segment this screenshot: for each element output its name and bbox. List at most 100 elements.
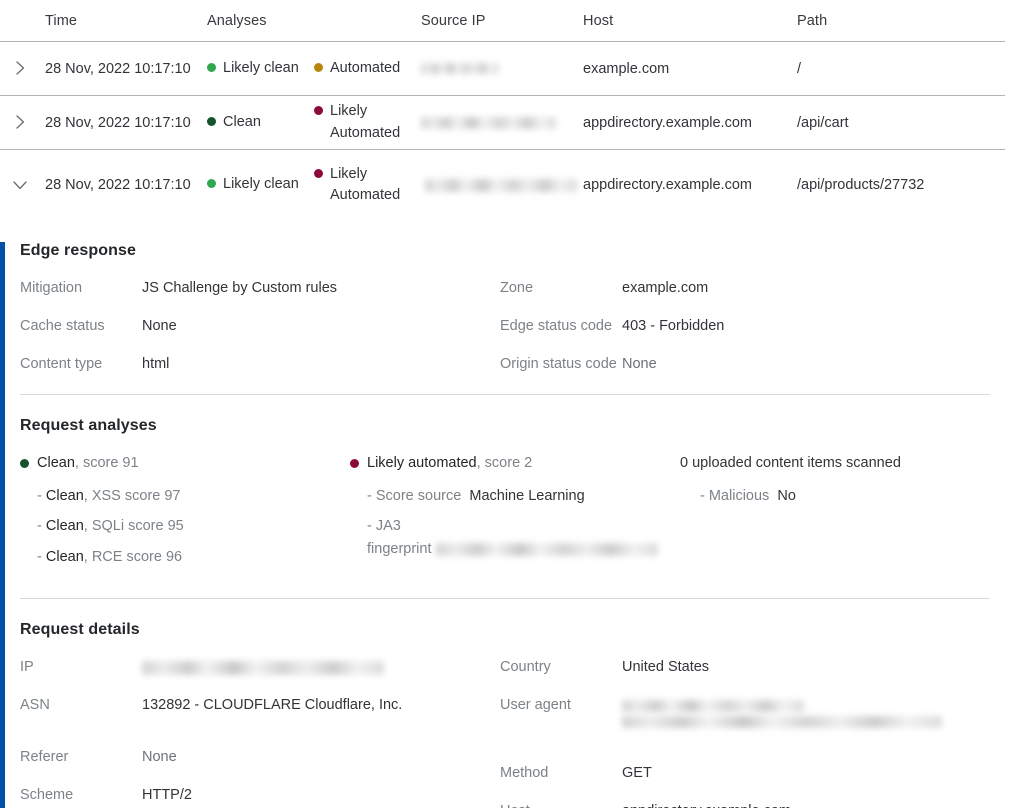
field-value: None: [142, 318, 177, 334]
field-value: [622, 697, 942, 729]
field-user-agent: User agent: [500, 697, 980, 729]
waf-xss-score: , XSS score 97: [83, 488, 181, 504]
waf-verdict: Clean, score 91: [20, 455, 350, 471]
request-analyses-waf-column: Clean, score 91 - Clean, XSS score 97 - …: [20, 455, 350, 576]
field-content-type: Content type html: [20, 356, 500, 372]
field-cache-status: Cache status None: [20, 318, 500, 334]
cell-time: 28 Nov, 2022 10:17:10: [45, 60, 191, 77]
section-divider: [20, 394, 990, 395]
field-ip: IP: [20, 659, 500, 675]
column-header-analyses[interactable]: Analyses: [207, 13, 421, 29]
table-row[interactable]: 28 Nov, 2022 10:17:10 Clean Likely Autom…: [0, 96, 1005, 150]
column-header-path[interactable]: Path: [797, 13, 1007, 29]
field-value: 132892 - CLOUDFLARE Cloudflare, Inc.: [142, 697, 403, 714]
ja3-label-line2: fingerprint: [367, 540, 432, 557]
cell-time: 28 Nov, 2022 10:17:10: [45, 114, 191, 131]
field-label: Origin status code: [500, 356, 617, 372]
analysis-tag-bot-score: Likely clean: [207, 174, 310, 195]
analysis-tag-automation: Likely Automated: [314, 101, 421, 143]
field-label: Country: [500, 659, 551, 676]
cell-source-ip: [421, 115, 583, 131]
edge-response-title: Edge response: [20, 242, 137, 259]
status-dot-icon: [314, 168, 324, 178]
field-value: GET: [622, 765, 652, 782]
redacted-ip: [142, 660, 384, 675]
analysis-label: Likely Automated: [330, 103, 401, 141]
waf-score: , score 91: [74, 455, 139, 471]
field-label: Host: [500, 803, 622, 808]
bullet-dash: -: [37, 518, 42, 535]
field-label: Cache status: [20, 318, 105, 334]
field-value: United States: [622, 659, 710, 676]
bot-verdict: Likely automated, score 2: [350, 455, 680, 471]
analysis-tag-automation: Automated: [314, 58, 421, 79]
field-label: Content type: [20, 356, 103, 372]
column-header-host[interactable]: Host: [583, 13, 797, 29]
bullet-dash: -: [37, 488, 42, 504]
waf-verdict-label: Clean: [37, 455, 75, 471]
field-value: None: [622, 356, 657, 372]
field-zone: Zone example.com: [500, 280, 980, 296]
content-scan-heading: 0 uploaded content items scanned: [680, 455, 901, 471]
field-scheme: Scheme HTTP/2: [20, 787, 500, 803]
table-row[interactable]: 28 Nov, 2022 10:17:10 Likely clean Likel…: [0, 150, 1005, 220]
field-origin-status-code: Origin status code None: [500, 356, 980, 372]
request-analyses-bot-column: Likely automated, score 2 - Score source…: [350, 455, 680, 576]
field-label: Referer: [20, 749, 69, 766]
waf-sqli-item: - Clean, SQLi score 95: [20, 515, 350, 537]
events-table: Time Analyses Source IP Host Path 28 Nov…: [0, 0, 1015, 808]
field-label: Zone: [500, 280, 534, 296]
row-expand-toggle[interactable]: [10, 112, 45, 134]
redacted-source-ip: [421, 116, 556, 129]
table-row[interactable]: 28 Nov, 2022 10:17:10 Likely clean Autom…: [0, 42, 1005, 96]
edge-response-section: Edge response Mitigation JS Challenge by…: [5, 242, 1005, 372]
field-value: appdirectory.example.com: [622, 803, 791, 808]
ja3-label-line1: - JA3: [367, 518, 401, 535]
edge-response-right-column: Zone example.com Edge status code 403 - …: [500, 280, 980, 372]
status-dot-icon: [314, 106, 324, 116]
waf-xss-item: - Clean, XSS score 97: [20, 485, 350, 507]
row-expand-toggle[interactable]: [10, 58, 45, 80]
request-details-section: Request details IP ASN 132892 - CLOUDFLA…: [5, 621, 1005, 808]
cell-source-ip: [421, 177, 583, 193]
field-label: Scheme: [20, 787, 74, 804]
chevron-right-icon: [10, 112, 30, 132]
status-dot-icon: [350, 458, 359, 468]
field-value: JS Challenge by Custom rules: [142, 280, 338, 296]
waf-rce-item: - Clean, RCE score 96: [20, 546, 350, 568]
field-label: User agent: [500, 697, 571, 714]
field-value: HTTP/2: [142, 787, 192, 804]
bot-score-source-item: - Score source Machine Learning: [350, 485, 680, 507]
field-country: Country United States: [500, 659, 980, 675]
redacted-ja3-fingerprint: [435, 542, 658, 556]
malicious-value: No: [777, 488, 796, 504]
status-dot-icon: [207, 116, 216, 126]
row-collapse-toggle[interactable]: [10, 175, 45, 195]
request-analyses-content-scan-column: 0 uploaded content items scanned - Malic…: [680, 455, 980, 576]
analysis-label: Automated: [330, 59, 401, 76]
status-dot-icon: [314, 62, 324, 72]
chevron-down-icon: [10, 175, 30, 195]
analysis-label: Likely clean: [223, 59, 299, 76]
field-label: Mitigation: [20, 280, 83, 296]
field-value: 403 - Forbidden: [622, 318, 725, 334]
chevron-right-icon: [10, 58, 30, 78]
column-header-source-ip[interactable]: Source IP: [421, 13, 583, 29]
waf-rce-score: , RCE score 96: [83, 548, 183, 565]
score-source-value: Machine Learning: [469, 488, 585, 504]
status-dot-icon: [207, 62, 216, 72]
field-value: [142, 659, 384, 675]
field-host: Host appdirectory.example.com: [500, 803, 980, 808]
redacted-user-agent-line1: [622, 699, 804, 712]
bot-score: , score 2: [476, 455, 533, 471]
cell-analyses: Likely clean Likely Automated: [207, 164, 421, 206]
bullet-dash: -: [37, 548, 42, 565]
request-details-title: Request details: [20, 621, 140, 639]
edge-response-left-column: Mitigation JS Challenge by Custom rules …: [20, 280, 500, 372]
cell-path: /api/cart: [797, 114, 849, 131]
status-dot-icon: [207, 179, 216, 189]
event-detail-panel: Edge response Mitigation JS Challenge by…: [0, 242, 1005, 808]
field-referer: Referer None: [20, 749, 500, 765]
section-divider: [20, 598, 990, 600]
column-header-time[interactable]: Time: [45, 13, 207, 29]
